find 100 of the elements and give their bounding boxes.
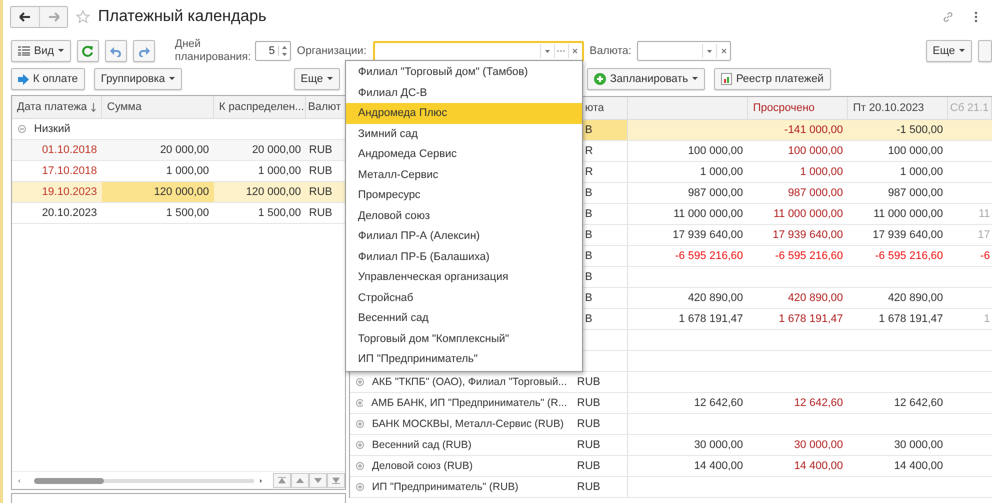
table-cell: RUB [577, 418, 600, 430]
list-icon [18, 46, 30, 56]
table-cell: 1 000,00 [800, 166, 843, 178]
expand-icon[interactable] [356, 420, 364, 428]
refresh-button[interactable] [76, 40, 99, 62]
column-header[interactable]: Просрочено [748, 97, 848, 119]
schedule-button[interactable]: Запланировать [587, 68, 706, 90]
redo-button[interactable] [132, 40, 155, 62]
table-cell: RUB [577, 397, 600, 409]
column-header[interactable]: Валют [306, 96, 345, 118]
table-cell: 12 642,60 [794, 397, 843, 409]
undo-icon [110, 46, 122, 56]
table-cell: 17 939 640,00 [772, 229, 843, 241]
back-button[interactable] [11, 7, 39, 27]
table-row[interactable]: АМБ БАНК, ИП "Предприниматель" (R... RUB 12 642,60 12 642,60 12 642,60 [350, 393, 992, 414]
undo-button[interactable] [104, 40, 127, 62]
dropdown-item[interactable]: ИП "Предприниматель" [346, 349, 582, 370]
last-button[interactable] [327, 473, 345, 488]
table-cell-text: 1 500,00 [257, 206, 302, 221]
table-cell: B [585, 271, 592, 283]
table-cell-text: RUB [308, 164, 334, 179]
table-row[interactable]: Деловой союз (RUB) RUB 14 400,00 14 400,00 14 400,00 [350, 456, 992, 477]
table-cell: 14 400,00 [894, 460, 943, 472]
up-button[interactable] [291, 473, 309, 488]
input-field[interactable] [11, 493, 346, 503]
table-cell-text: RUB [308, 206, 334, 221]
payment-register-button[interactable]: Реестр платежей [714, 68, 831, 90]
table-cell: 100 000,00 [688, 145, 743, 157]
table-cell: 11 000 000,00 [873, 208, 943, 220]
table-cell-text: 1 000,00 [257, 164, 302, 179]
days-label: Дней планирования: [174, 38, 249, 64]
table-cell: 420 890,00 [788, 292, 843, 304]
column-header[interactable]: К распределен... [214, 96, 306, 118]
caret-icon[interactable] [707, 50, 712, 52]
table-cell: 14 400,00 [794, 460, 843, 472]
table-cell: 1 678 191,47 [878, 313, 943, 325]
table-cell: Деловой союз (RUB) [372, 460, 473, 472]
table-cell: R [585, 145, 593, 157]
more-button[interactable]: Еще [294, 68, 340, 90]
down-icon[interactable] [282, 53, 287, 56]
refresh-icon [81, 44, 94, 58]
more-button[interactable]: Еще [926, 40, 972, 62]
down-button[interactable] [309, 473, 327, 488]
table-row[interactable]: 20.10.2023 1 500,00 1 500,00 RUB [12, 203, 345, 224]
table-cell: 420 890,00 [688, 292, 743, 304]
column-header[interactable]: Сумма [102, 96, 214, 118]
currency-field[interactable] [637, 41, 732, 61]
view-button[interactable]: Вид [11, 40, 71, 62]
table-cell: RUB [577, 460, 600, 472]
dropdown-item[interactable]: Филиал "Торговый дом" (Тамбов) [346, 62, 582, 82]
table-row[interactable]: Весенний сад (RUB) RUB 30 000,00 30 000,00 30 000,00 [350, 435, 992, 456]
column-header[interactable]: Пт 20.10.2023 [848, 97, 948, 119]
table-cell: B [585, 124, 592, 136]
toolbar-button[interactable] [978, 40, 992, 62]
caret-icon[interactable] [544, 50, 550, 52]
table-cell: B [585, 250, 592, 262]
days-spinner[interactable]: 5 [254, 41, 291, 61]
table-row[interactable]: 01.10.2018 20 000,00 20 000,00 RUB [12, 140, 345, 161]
expand-icon[interactable] [356, 399, 364, 407]
to-payment-button[interactable]: К оплате [11, 68, 85, 90]
grouping-button[interactable]: Группировка [94, 68, 182, 90]
dropdown-item[interactable]: Андромеда Плюс [346, 103, 582, 124]
table-row[interactable]: БАНК МОСКВЫ, Металл-Сервис (RUB) RUB [350, 414, 992, 435]
table-cell: 11 [978, 208, 990, 220]
expand-icon[interactable] [356, 462, 364, 470]
more-icon[interactable] [974, 11, 978, 23]
clear-icon[interactable] [720, 48, 727, 54]
forward-arrow-icon [48, 12, 60, 22]
organizations-label: Организации: [296, 45, 366, 57]
column-header[interactable]: Дата платежа [12, 96, 102, 118]
link-icon[interactable] [942, 11, 954, 23]
up-icon[interactable] [282, 46, 287, 49]
table-cell-text: 01.10.2018 [40, 143, 98, 158]
table-row[interactable]: ИП "Предприниматель" (RUB) RUB [350, 477, 992, 498]
expand-icon[interactable] [356, 378, 364, 386]
clear-icon[interactable] [572, 48, 578, 54]
table-cell-text: 20 000,00 [251, 143, 302, 158]
redo-icon [138, 46, 150, 56]
table-cell: 11 000 000,00 [773, 208, 843, 220]
expand-icon[interactable] [356, 441, 364, 449]
collapse-icon[interactable] [18, 125, 26, 133]
star-icon[interactable] [76, 10, 90, 24]
first-button[interactable] [273, 473, 291, 488]
table-cell: B [585, 208, 592, 220]
table-cell: -6 595 216,60 [875, 250, 943, 262]
table-cell: ИП "Предприниматель" (RUB) [372, 481, 518, 493]
table-cell: 11 000 000,00 [673, 208, 743, 220]
table-cell: 30 000,00 [894, 439, 943, 451]
table-cell-text: 17.10.2018 [40, 164, 98, 179]
dropdown-item[interactable]: Торговый дом "Комплексный" [346, 328, 582, 349]
table-cell: 1 678 191,47 [778, 313, 843, 325]
plus-icon [594, 73, 606, 85]
table-cell: АМБ БАНК, ИП "Предприниматель" (R... [371, 397, 567, 409]
up-icon [296, 478, 304, 483]
table-cell: 420 890,00 [888, 292, 943, 304]
table-row[interactable]: 19.10.2023 120 000,00 120 000,00 RUB [12, 182, 345, 203]
table-cell: 1 000,00 [700, 166, 743, 178]
expand-icon[interactable] [356, 483, 364, 491]
table-cell: B [585, 292, 592, 304]
caret-icon [327, 77, 333, 81]
